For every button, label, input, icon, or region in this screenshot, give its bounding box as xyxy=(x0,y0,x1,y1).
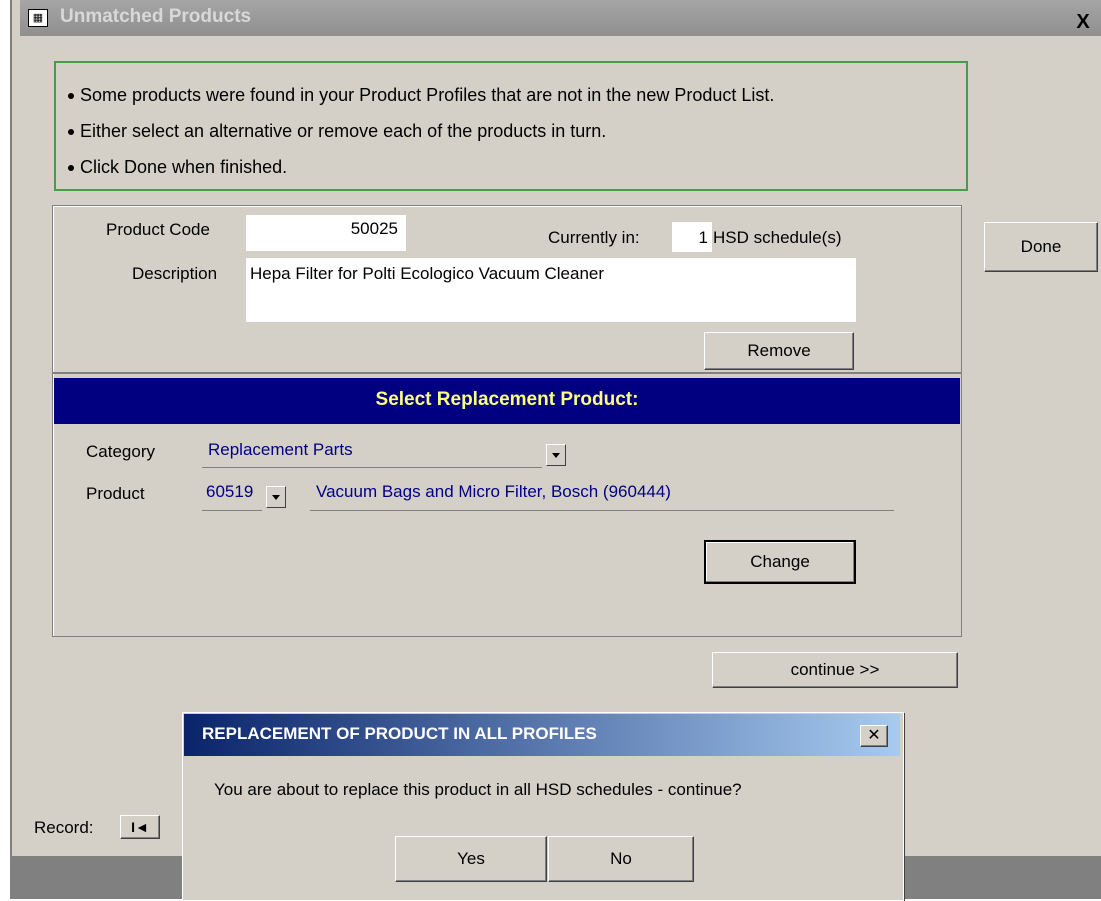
dialog-close-button[interactable]: ✕ xyxy=(860,725,888,747)
currently-in-label: Currently in: xyxy=(548,228,640,247)
description-label: Description xyxy=(132,264,218,283)
product-label: Product xyxy=(86,484,145,503)
schedule-count-field[interactable]: 1 xyxy=(672,222,712,252)
remove-button[interactable]: Remove xyxy=(704,332,854,370)
category-label: Category xyxy=(86,442,155,461)
record-label: Record: xyxy=(34,818,94,837)
product-code-label: Product Code xyxy=(106,220,210,239)
window-title: Unmatched Products xyxy=(60,6,252,27)
chevron-down-icon[interactable] xyxy=(546,444,566,466)
description-field[interactable]: Hepa Filter for Polti Ecologico Vacuum C… xyxy=(246,258,856,322)
product-desc-underline xyxy=(310,510,894,511)
bullet-icon xyxy=(68,165,74,172)
done-button[interactable]: Done xyxy=(984,222,1098,272)
window-close-button[interactable]: X xyxy=(1070,10,1096,34)
panel-divider xyxy=(52,372,962,374)
dialog-title: REPLACEMENT OF PRODUCT IN ALL PROFILES xyxy=(202,724,597,743)
instruction-item: Either select an alternative or remove e… xyxy=(68,121,606,142)
change-button[interactable]: Change xyxy=(704,540,856,584)
instructions-box: Some products were found in your Product… xyxy=(54,61,968,191)
first-record-button[interactable]: I◄ xyxy=(120,815,160,839)
category-value[interactable]: Replacement Parts xyxy=(208,440,353,460)
no-button[interactable]: No xyxy=(548,836,694,882)
bullet-icon xyxy=(68,93,74,100)
replacement-header: Select Replacement Product: xyxy=(54,378,960,424)
schedule-suffix-label: HSD schedule(s) xyxy=(713,228,842,247)
dialog-message: You are about to replace this product in… xyxy=(214,780,742,799)
form-icon: ▦ xyxy=(28,9,48,27)
chevron-down-icon[interactable] xyxy=(266,486,286,508)
bullet-icon xyxy=(68,129,74,136)
instruction-item: Click Done when finished. xyxy=(68,157,287,178)
instruction-item: Some products were found in your Product… xyxy=(68,85,774,106)
replacement-product-code[interactable]: 60519 xyxy=(206,482,253,502)
product-code-underline xyxy=(202,510,262,511)
yes-button[interactable]: Yes xyxy=(395,836,547,882)
replacement-product-description: Vacuum Bags and Micro Filter, Bosch (960… xyxy=(316,482,671,501)
category-underline xyxy=(202,467,542,468)
continue-button[interactable]: continue >> xyxy=(712,652,958,688)
product-code-field[interactable]: 50025 xyxy=(246,215,406,251)
